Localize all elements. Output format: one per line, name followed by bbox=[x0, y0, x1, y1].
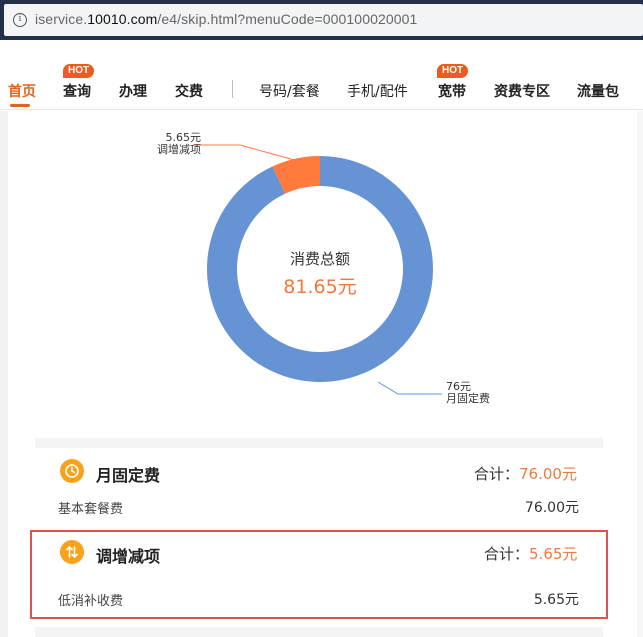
slice-fixed-fee[interactable] bbox=[206, 156, 433, 382]
line-item-label: 低消补收费 bbox=[58, 594, 124, 609]
total-amount: 5.65元 bbox=[529, 545, 578, 563]
address-bar[interactable]: i iservice.10010.com/e4/skip.html?menuCo… bbox=[4, 4, 643, 36]
nav-item-number-plan[interactable]: 号码/套餐 bbox=[259, 81, 320, 101]
nav-item-phone-accessories[interactable]: 手机/配件 bbox=[347, 81, 408, 101]
section-divider bbox=[35, 438, 603, 448]
section-title-adjustments: 调增减项 bbox=[96, 547, 161, 566]
slice-name-adjust: 调增减项 bbox=[157, 143, 201, 156]
section-divider bbox=[35, 627, 603, 637]
nav-item-pay[interactable]: 交费 bbox=[175, 81, 203, 101]
url-prefix: iservice. bbox=[35, 11, 88, 27]
line-item-value: 5.65元 bbox=[533, 592, 579, 608]
total-label: 合计： bbox=[484, 545, 530, 563]
hot-badge: HOT bbox=[63, 64, 95, 78]
up-down-arrows-icon bbox=[60, 540, 84, 564]
section-total-monthly-fee: 合计：76.00元 bbox=[474, 463, 577, 484]
slice-label-adjust: 5.65元 调增减项 bbox=[157, 132, 201, 156]
chart-center-value: 81.65元 bbox=[283, 276, 357, 298]
leader-line-fixed-fee bbox=[377, 381, 442, 395]
section-title-monthly-fee: 月固定费 bbox=[96, 466, 161, 485]
leader-line-adjustments bbox=[193, 144, 299, 162]
slice-label-fixed: 76元 月固定费 bbox=[446, 381, 490, 405]
nav-active-underline bbox=[10, 104, 30, 107]
url-path: /e4/skip.html?menuCode=000100020001 bbox=[157, 11, 418, 27]
nav-item-data-pack[interactable]: 流量包 bbox=[577, 81, 619, 101]
total-amount: 76.00元 bbox=[519, 465, 577, 483]
main-nav: 首页 HOT 查询 办理 交费 号码/套餐 手机/配件 HOT 宽带 资费专区 … bbox=[0, 40, 643, 110]
chart-center-label: 消费总额 bbox=[289, 250, 350, 268]
nav-divider bbox=[232, 80, 233, 98]
browser-toolbar: i iservice.10010.com/e4/skip.html?menuCo… bbox=[0, 0, 643, 40]
clock-icon bbox=[60, 459, 84, 483]
nav-item-broadband[interactable]: 宽带 bbox=[438, 81, 466, 101]
nav-item-home[interactable]: 首页 bbox=[8, 81, 36, 101]
page: i iservice.10010.com/e4/skip.html?menuCo… bbox=[0, 0, 643, 637]
url-host: 10010.com bbox=[87, 11, 158, 27]
slice-name-fixed: 月固定费 bbox=[446, 392, 490, 405]
hot-badge: HOT bbox=[437, 64, 469, 78]
info-icon[interactable]: i bbox=[13, 13, 27, 27]
line-item-value: 76.00元 bbox=[524, 500, 579, 516]
url-text[interactable]: iservice.10010.com/e4/skip.html?menuCode… bbox=[35, 11, 417, 27]
nav-item-tariff-zone[interactable]: 资费专区 bbox=[494, 81, 550, 101]
nav-item-handle[interactable]: 办理 bbox=[119, 81, 147, 101]
line-item-label: 基本套餐费 bbox=[58, 502, 124, 517]
section-total-adjustments: 合计：5.65元 bbox=[484, 543, 577, 564]
nav-item-query[interactable]: 查询 bbox=[63, 81, 91, 101]
total-label: 合计： bbox=[474, 465, 520, 483]
